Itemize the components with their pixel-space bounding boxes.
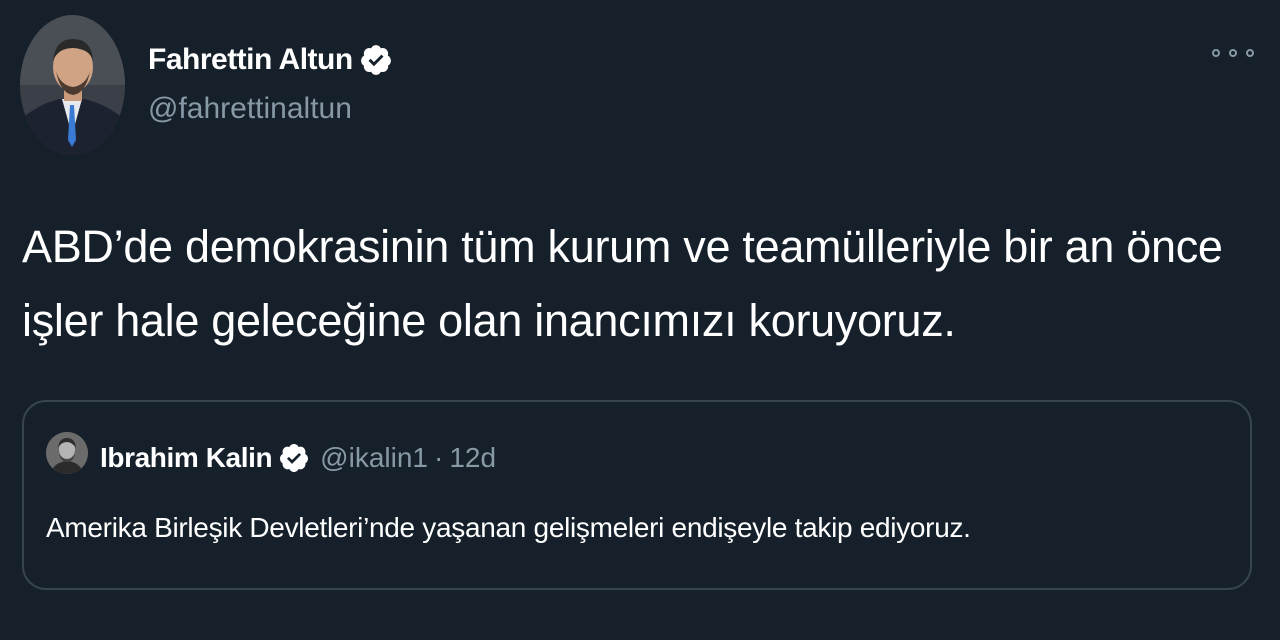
tweet-card: Fahrettin Altun @fahrettinaltun ABD’de d…	[0, 0, 1280, 640]
quoted-tweet[interactable]: Ibrahim Kalin @ikalin1 · 12d Amerika Bir…	[22, 400, 1252, 590]
quoted-text: Amerika Birleşik Devletleri’nde yaşanan …	[46, 512, 971, 543]
verified-badge-icon	[278, 442, 310, 474]
more-options-icon[interactable]	[1212, 42, 1254, 64]
tweet-text: ABD’de demokrasinin tüm kurum ve teamüll…	[22, 221, 1223, 346]
quoted-display-name: Ibrahim Kalin	[100, 442, 273, 473]
more-dot	[1246, 49, 1254, 57]
author-name-row: Fahrettin Altun	[148, 40, 393, 80]
quoted-author-avatar	[46, 432, 88, 474]
quoted-timestamp[interactable]: 12d	[449, 442, 496, 474]
author-handle[interactable]: @fahrettinaltun	[148, 92, 352, 126]
quoted-handle: @ikalin1	[320, 442, 428, 473]
author-avatar[interactable]	[20, 15, 125, 155]
separator-dot: ·	[433, 442, 444, 473]
more-dot	[1229, 49, 1237, 57]
quoted-header: Ibrahim Kalin @ikalin1 · 12d	[100, 440, 496, 476]
more-dot	[1212, 49, 1220, 57]
author-display-name[interactable]: Fahrettin Altun	[148, 43, 353, 77]
verified-badge-icon	[359, 43, 393, 77]
